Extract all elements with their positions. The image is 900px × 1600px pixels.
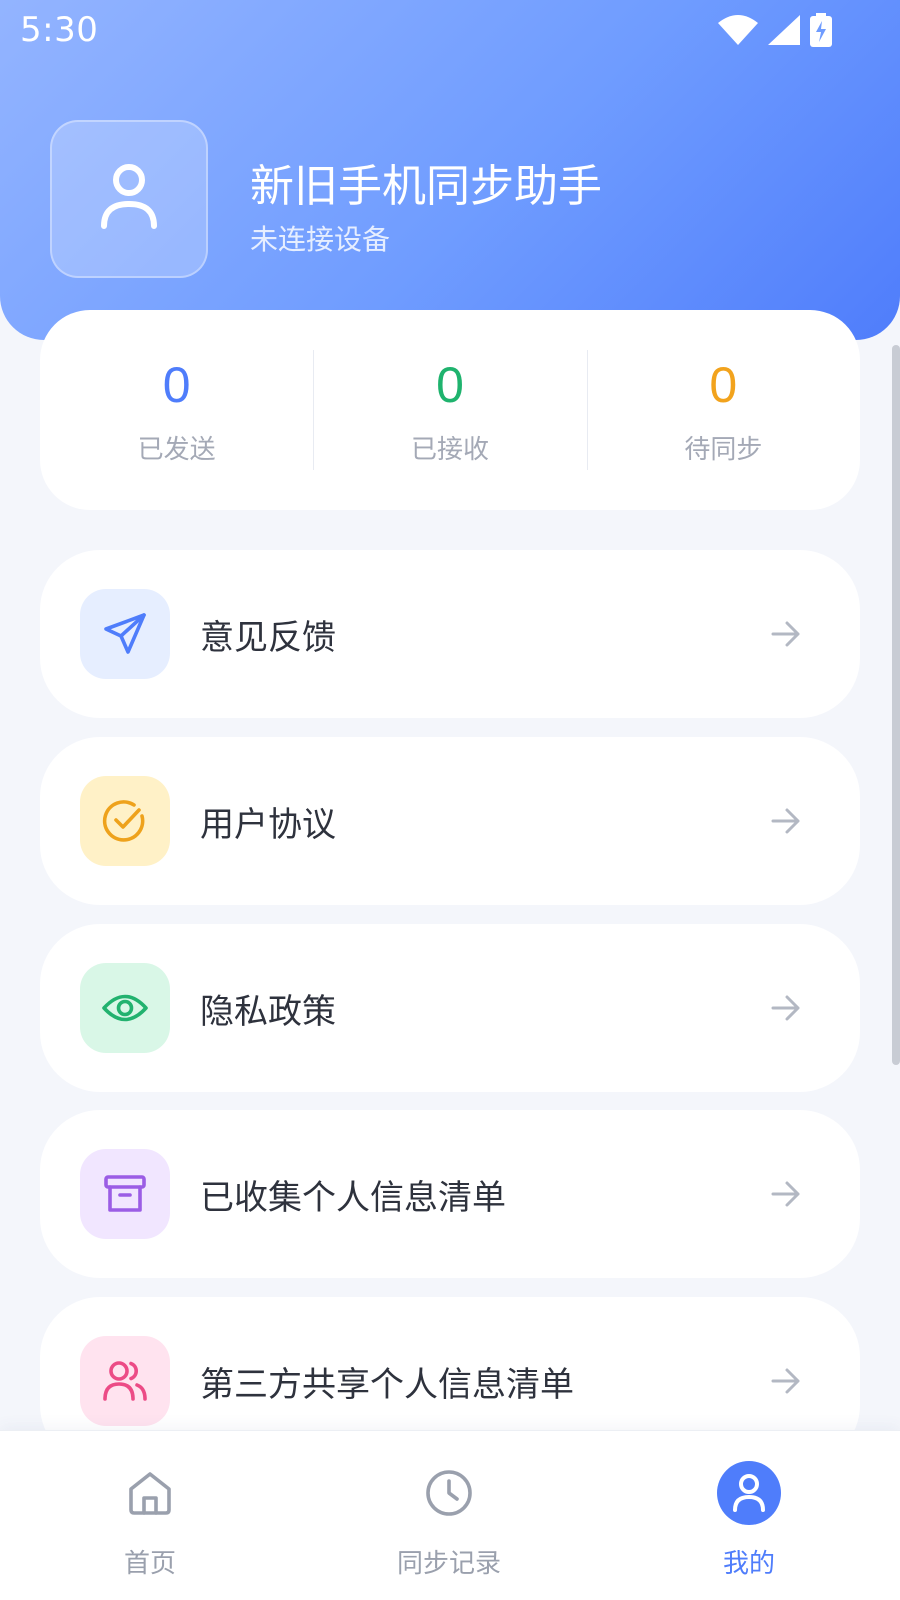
users-icon — [80, 1336, 170, 1426]
status-bar: 5:30 — [0, 0, 900, 64]
archive-icon — [80, 1149, 170, 1239]
menu-item-label: 用户协议 — [200, 804, 336, 845]
scrollbar-thumb[interactable] — [892, 345, 900, 1065]
home-icon — [118, 1461, 182, 1525]
menu-item-user-agreement[interactable]: 用户协议 — [40, 737, 860, 905]
stat-value: 0 — [709, 356, 738, 413]
avatar[interactable] — [50, 120, 208, 278]
nav-label: 我的 — [722, 1549, 775, 1579]
user-icon — [717, 1461, 781, 1525]
arrow-right-icon — [770, 1367, 802, 1395]
menu-item-label: 已收集个人信息清单 — [200, 1177, 506, 1218]
wifi-icon — [718, 15, 758, 45]
status-time: 5:30 — [20, 10, 99, 50]
nav-sync-history[interactable]: 同步记录 — [369, 1461, 529, 1581]
stats-card: 0 已发送 0 已接收 0 待同步 — [40, 310, 860, 510]
eye-icon — [80, 963, 170, 1053]
arrow-right-icon — [770, 994, 802, 1022]
nav-label: 首页 — [123, 1549, 176, 1579]
stat-pending: 0 待同步 — [586, 350, 860, 470]
stat-value: 0 — [162, 356, 191, 413]
check-circle-icon — [80, 776, 170, 866]
stat-label: 待同步 — [684, 434, 763, 465]
menu-item-feedback[interactable]: 意见反馈 — [40, 550, 860, 718]
battery-charging-icon — [810, 13, 832, 47]
menu-item-privacy-policy[interactable]: 隐私政策 — [40, 924, 860, 1092]
nav-label: 同步记录 — [396, 1549, 501, 1579]
arrow-right-icon — [770, 1180, 802, 1208]
send-icon — [80, 589, 170, 679]
user-icon — [99, 162, 159, 236]
menu-item-label: 隐私政策 — [200, 991, 336, 1032]
stat-received: 0 已接收 — [313, 350, 586, 470]
arrow-right-icon — [770, 620, 802, 648]
stat-label: 已接收 — [410, 434, 489, 465]
arrow-right-icon — [770, 807, 802, 835]
stat-label: 已发送 — [137, 434, 216, 465]
menu-item-label: 意见反馈 — [200, 617, 336, 658]
app-title: 新旧手机同步助手 — [250, 161, 602, 212]
bottom-nav: 首页 同步记录 我的 — [0, 1430, 900, 1600]
clock-icon — [417, 1461, 481, 1525]
nav-mine[interactable]: 我的 — [669, 1461, 829, 1581]
stat-value: 0 — [436, 356, 464, 413]
menu-item-label: 第三方共享个人信息清单 — [200, 1364, 574, 1405]
signal-icon — [768, 15, 800, 45]
nav-home[interactable]: 首页 — [70, 1461, 230, 1581]
profile-header: 5:30 新旧手机同步助手 未连接设备 — [0, 0, 900, 340]
connection-status: 未连接设备 — [250, 223, 391, 256]
menu-item-collected-info[interactable]: 已收集个人信息清单 — [40, 1110, 860, 1278]
stat-sent: 0 已发送 — [40, 350, 313, 470]
status-icons — [718, 12, 832, 48]
